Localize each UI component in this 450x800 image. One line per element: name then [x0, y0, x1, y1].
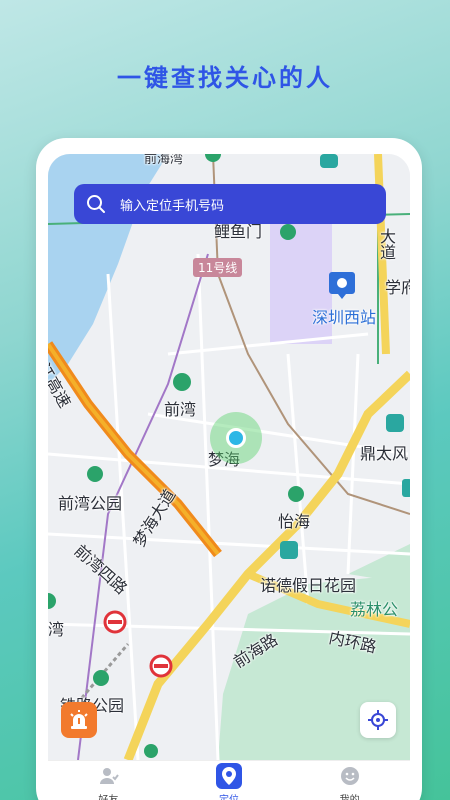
current-location-marker [210, 412, 262, 464]
map-label: 前湾公园 [58, 494, 123, 513]
map-label: 深圳西站 [312, 308, 377, 327]
map-label: 诺德假日花园 [260, 576, 357, 595]
sos-alarm-button[interactable] [61, 702, 97, 738]
map-label: 前湾 [164, 400, 197, 419]
search-icon [87, 195, 105, 213]
map-label: 怡海 [278, 512, 311, 531]
map-label: 学府 [385, 278, 410, 297]
map-label: 前海湾 [144, 154, 184, 167]
tab-label: 好友 [98, 791, 118, 800]
locate-me-button[interactable] [360, 702, 396, 738]
profile-icon [337, 763, 363, 789]
search-placeholder: 输入定位手机号码 [120, 198, 225, 214]
location-dot-icon [226, 428, 246, 448]
map-label: 湾 [48, 620, 65, 639]
map-label: 荔林公 [350, 600, 399, 619]
alarm-icon [70, 710, 88, 729]
tab-friends[interactable]: 好友 [48, 761, 169, 800]
metro-line-badge: 11号线 [193, 258, 243, 277]
crosshair-icon [368, 710, 388, 730]
tab-label: 我的 [340, 791, 360, 800]
tab-location[interactable]: 定位 [169, 761, 290, 800]
tab-profile[interactable]: 我的 [289, 761, 410, 800]
map-label: 鼎太风 [360, 444, 409, 463]
map-label: 大道 [377, 228, 396, 260]
headline: 一键查找关心的人 [117, 64, 333, 92]
search-input[interactable]: 输入定位手机号码 [74, 184, 386, 224]
map-screen[interactable]: 前海湾 鲤鱼门 11号线 深圳西站 大道 学府 前湾 梦海 前湾公园 梦海大道 … [48, 154, 410, 800]
bottom-tab-bar: 好友 定位 [48, 760, 410, 800]
location-pin-icon [216, 763, 242, 789]
phone-frame: 前海湾 鲤鱼门 11号线 深圳西站 大道 学府 前湾 梦海 前湾公园 梦海大道 … [36, 138, 422, 800]
tab-label: 定位 [219, 791, 239, 800]
friends-icon [95, 763, 121, 789]
